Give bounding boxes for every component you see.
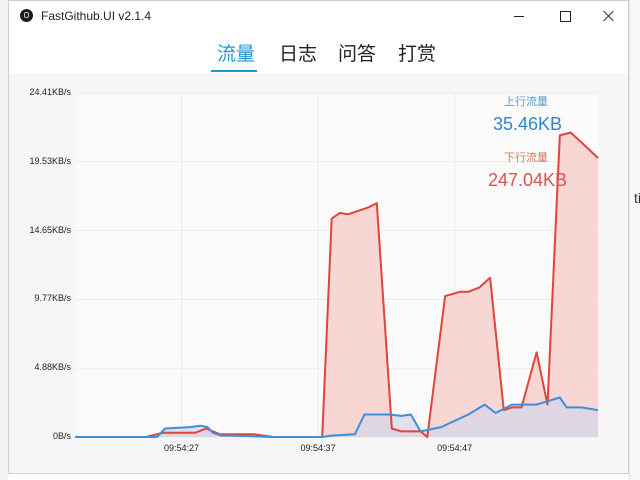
maximize-button[interactable] [542, 1, 588, 31]
y-tick-label: 24.41KB/s [29, 87, 71, 97]
window-title: FastGithub.UI v2.1.4 [41, 9, 152, 23]
maximize-icon [559, 10, 571, 22]
minimize-icon [514, 15, 524, 17]
upload-total-value: 35.46KB [493, 114, 563, 134]
x-tick-label: 09:54:27 [163, 443, 200, 453]
y-tick-label: 14.65KB/s [29, 224, 71, 235]
title-bar[interactable]: FastGithub.UI v2.1.4 [9, 1, 628, 31]
y-tick-label: 19.53KB/s [29, 155, 71, 166]
download-total-value: 247.04KB [488, 170, 568, 190]
tab-logs[interactable]: 日志 [279, 39, 317, 66]
tab-donate[interactable]: 打赏 [398, 39, 436, 66]
background-window-right: ti [629, 0, 640, 480]
background-window-clipped-text: ti [634, 190, 640, 206]
close-button[interactable] [586, 1, 632, 31]
app-logo-icon [20, 9, 33, 22]
background-window-left [0, 0, 8, 480]
active-tab-indicator [211, 70, 257, 72]
app-window: FastGithub.UI v2.1.4 流量 日志 问答 打赏 24.41KB… [8, 0, 629, 474]
y-tick-label: 4.88KB/s [34, 362, 71, 373]
tab-traffic[interactable]: 流量 [217, 39, 255, 66]
upload-legend-label: 上行流量 [504, 96, 548, 108]
x-tick-label: 09:54:47 [437, 443, 473, 453]
y-tick-label: 9.77KB/s [34, 293, 71, 304]
tab-bar: 流量 日志 问答 打赏 [9, 39, 628, 73]
minimize-button[interactable] [496, 1, 542, 31]
download-legend-label: 下行流量 [504, 152, 548, 164]
close-icon [603, 10, 615, 22]
tab-faq[interactable]: 问答 [338, 39, 376, 66]
x-tick-label: 09:54:37 [300, 443, 336, 453]
y-tick-label: 0B/s [52, 431, 71, 441]
